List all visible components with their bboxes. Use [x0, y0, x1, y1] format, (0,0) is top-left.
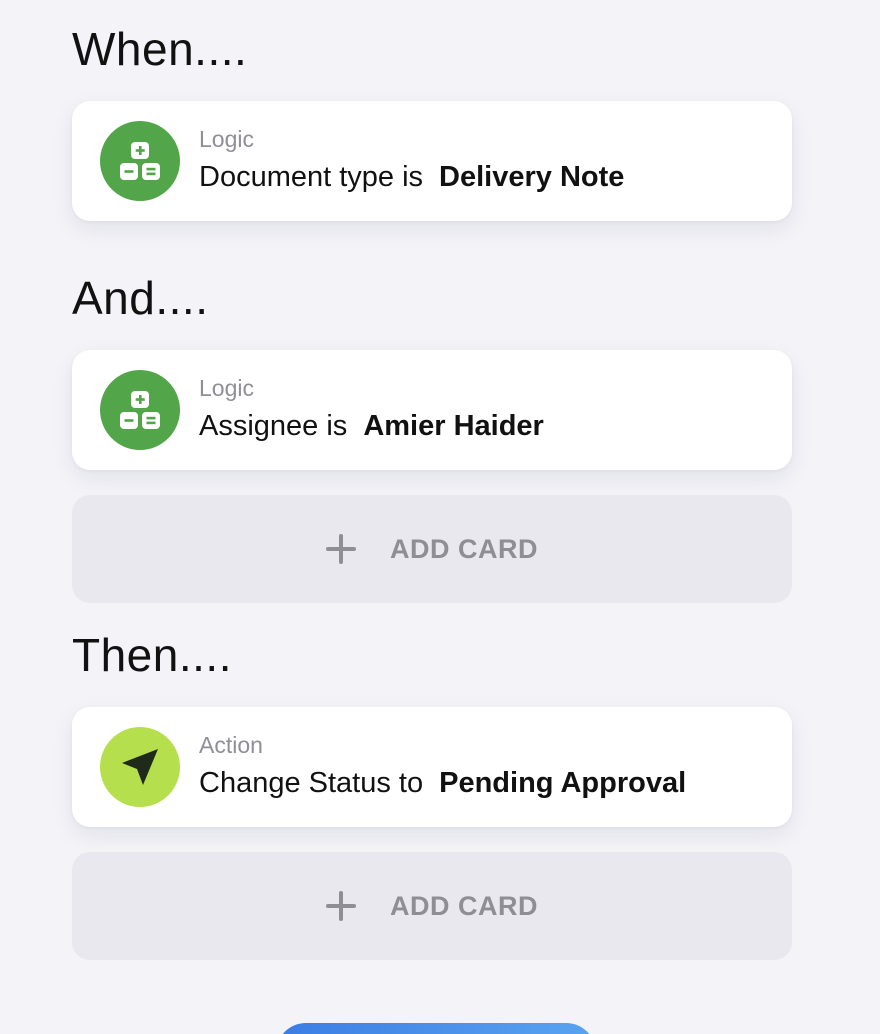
add-card-label: ADD CARD: [390, 533, 538, 564]
condition-value[interactable]: Delivery Note: [439, 161, 624, 193]
automation-rule-page: When.... Logic Document type is Delivery …: [0, 0, 880, 1034]
plus-icon: [326, 534, 356, 564]
condition-text: Document type is: [199, 161, 424, 193]
card-kind-label: Logic: [199, 375, 254, 401]
card-kind-label: Logic: [199, 126, 254, 152]
when-heading: When....: [72, 23, 248, 75]
primary-action-button[interactable]: [276, 1023, 596, 1034]
navigation-arrow-icon: [100, 727, 180, 807]
plus-icon: [326, 891, 356, 921]
and-heading: And....: [72, 272, 209, 324]
then-heading: Then....: [72, 629, 232, 681]
action-value[interactable]: Pending Approval: [439, 767, 686, 799]
action-text: Change Status to: [199, 767, 424, 799]
add-action-card-button[interactable]: ADD CARD: [72, 852, 792, 960]
calculator-icon: [100, 370, 180, 450]
card-condition: Assignee is Amier Haider: [199, 410, 544, 443]
add-condition-card-button[interactable]: ADD CARD: [72, 495, 792, 603]
calculator-icon: [100, 121, 180, 201]
add-card-label: ADD CARD: [390, 890, 538, 921]
condition-value[interactable]: Amier Haider: [363, 410, 544, 442]
card-condition: Document type is Delivery Note: [199, 161, 624, 194]
condition-card-assignee[interactable]: Logic Assignee is Amier Haider: [72, 350, 792, 470]
action-card-change-status[interactable]: Action Change Status to Pending Approval: [72, 707, 792, 827]
condition-card-document-type[interactable]: Logic Document type is Delivery Note: [72, 101, 792, 221]
card-kind-label: Action: [199, 732, 263, 758]
condition-text: Assignee is: [199, 410, 348, 442]
card-action: Change Status to Pending Approval: [199, 767, 686, 800]
